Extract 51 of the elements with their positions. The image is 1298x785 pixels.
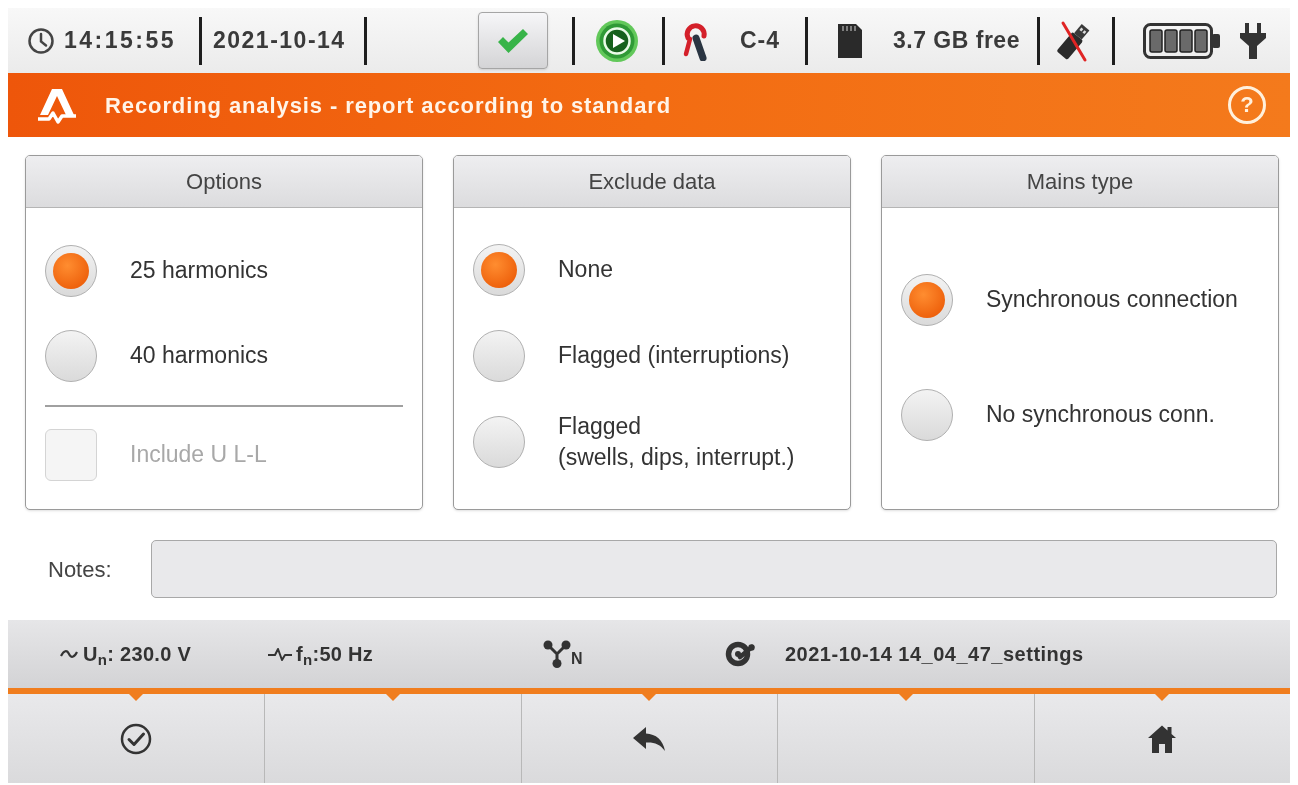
radio-button[interactable] [473, 244, 525, 296]
toolbar-button[interactable] [8, 694, 265, 783]
network-label: N [571, 649, 583, 669]
back-arrow-icon [632, 725, 667, 752]
radio-label: None [558, 255, 613, 285]
radio-button[interactable] [45, 244, 97, 297]
logo-icon [37, 86, 77, 124]
radio-button[interactable] [901, 388, 953, 441]
date-text: 2021-10-14 [213, 26, 346, 56]
toolbar-button[interactable] [1033, 694, 1290, 783]
home-icon [1147, 723, 1178, 754]
radio-button[interactable] [473, 330, 525, 382]
battery-icon [1143, 22, 1221, 59]
y-nodes-icon [543, 640, 571, 668]
settings-file-text: 2021-10-14 14_04_47_settings [785, 642, 1084, 667]
pulse-icon [268, 647, 292, 661]
storage-text: 3.7 GB free [893, 26, 1020, 56]
checkbox-label: Include U L-L [130, 439, 267, 469]
settings-icon [725, 640, 755, 668]
radio-label: Flagged (interruptions) [558, 341, 790, 371]
frequency-text: f$_{n}$:50 Hz [296, 642, 374, 669]
plug-icon [1238, 21, 1268, 60]
panel-title: Options [186, 168, 262, 196]
clamp-icon [683, 20, 709, 61]
help-button[interactable]: ? [1228, 86, 1266, 124]
toolbar-button[interactable] [520, 694, 778, 783]
radio-button[interactable] [473, 416, 525, 468]
notes-field[interactable] [151, 540, 1277, 598]
time-text: 14:15:55 [64, 26, 177, 56]
panel-title: Exclude data [588, 168, 716, 196]
radio-label: 25 harmonics [130, 255, 269, 285]
panel-title: Mains type [1026, 168, 1134, 196]
screen-title: Recording analysis - report according to standard [105, 91, 672, 120]
check-button[interactable] [478, 12, 548, 69]
sine-wave-icon [60, 649, 78, 659]
clamp-text: C-4 [740, 26, 781, 56]
check-circle-icon [120, 722, 153, 755]
play-circle-icon[interactable] [595, 18, 639, 63]
tick-icon [496, 26, 530, 55]
radio-button[interactable] [45, 329, 97, 382]
sd-card-icon [836, 21, 864, 60]
voltage-text: U$_{n}$: 230.0 V [83, 642, 192, 669]
toolbar-button[interactable] [264, 694, 521, 783]
radio-button[interactable] [901, 273, 953, 326]
radio-label: Flagged (swells, dips, interrupt.) [558, 411, 795, 472]
clock-icon [28, 27, 54, 54]
radio-label: Synchronous connection [986, 284, 1238, 314]
notes-label: Notes: [48, 555, 112, 584]
radio-label: 40 harmonics [130, 340, 269, 370]
radio-label: No synchronous conn. [986, 399, 1215, 429]
toolbar-button[interactable] [777, 694, 1034, 783]
